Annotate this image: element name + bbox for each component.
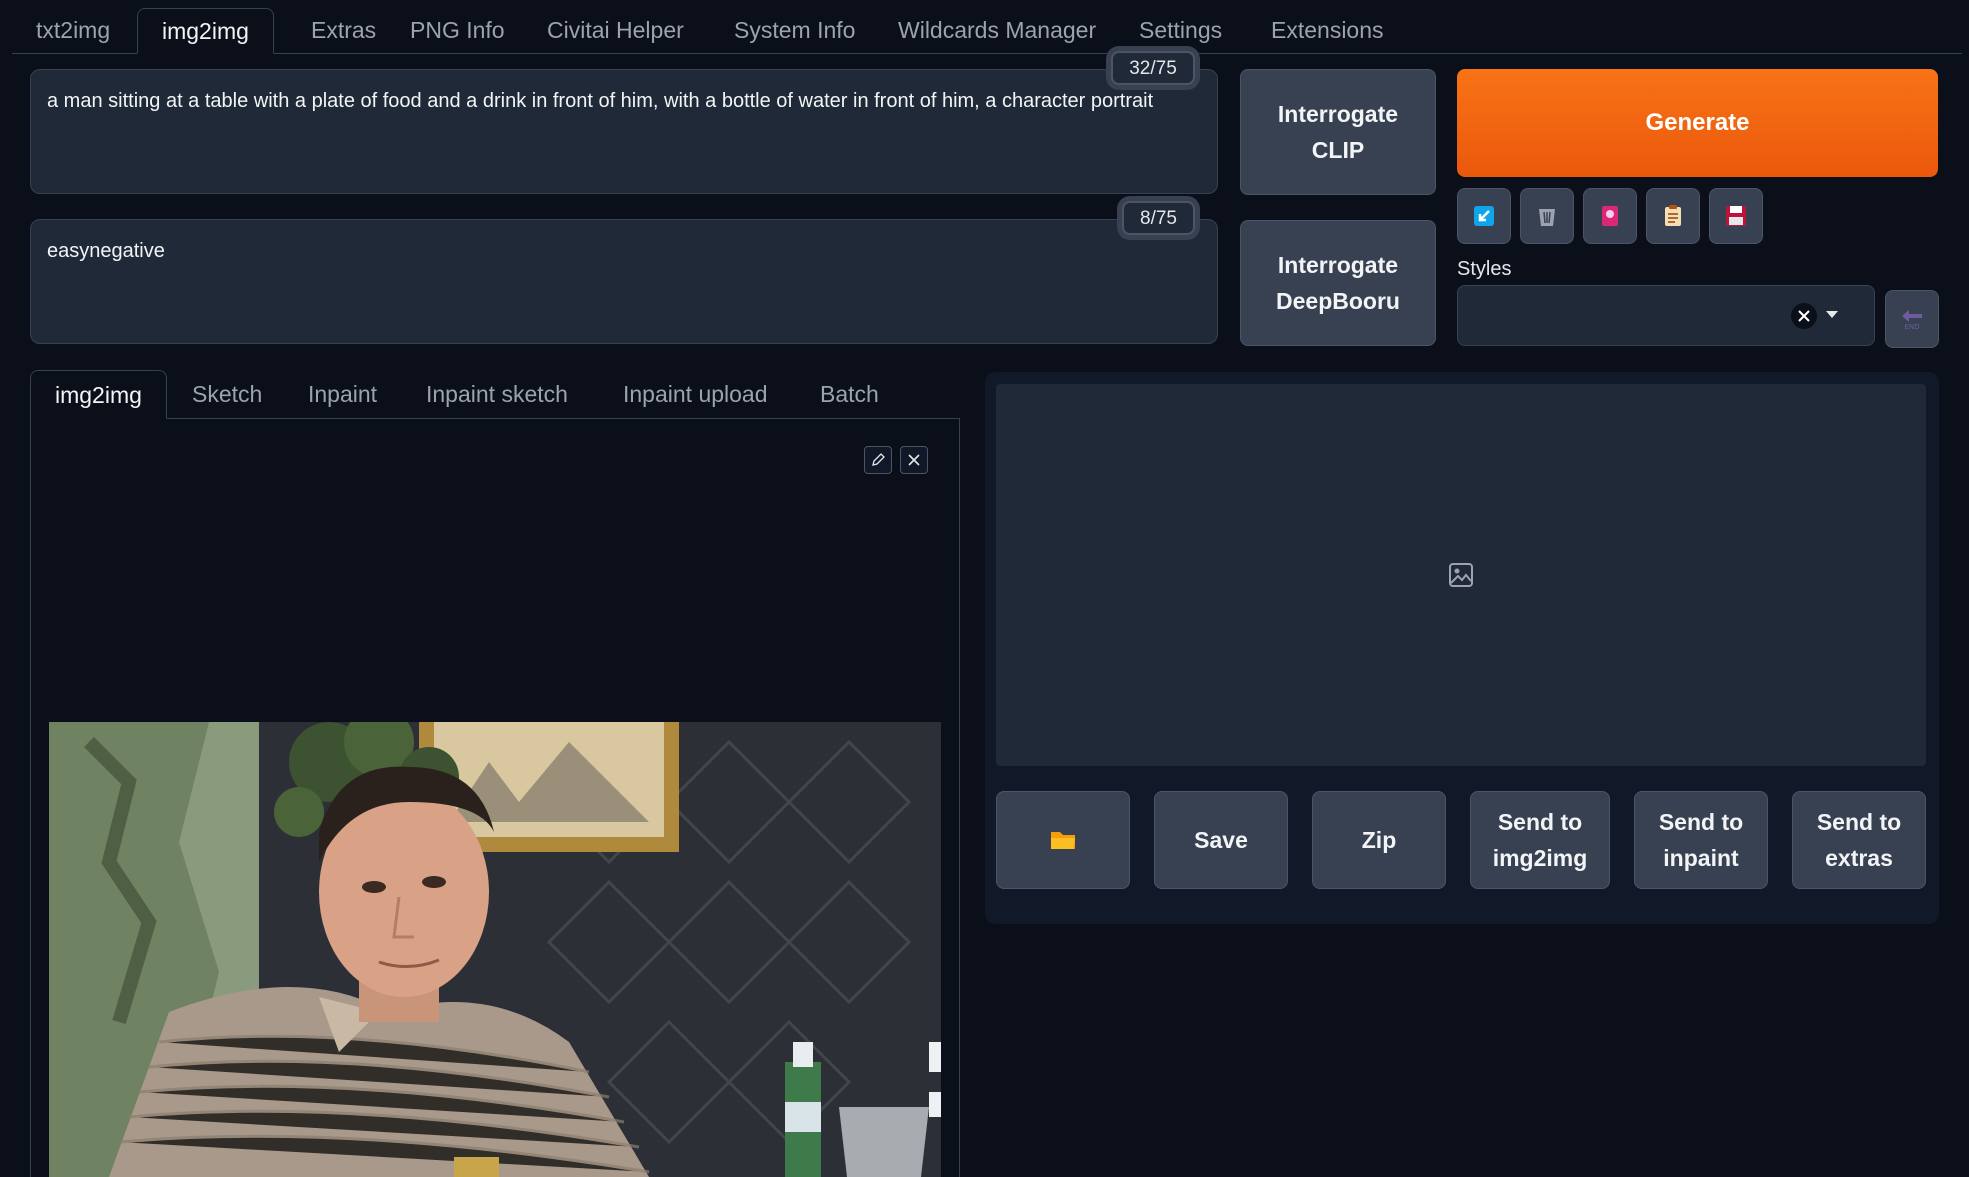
generate-button[interactable]: Generate: [1457, 69, 1938, 177]
send-to-inpaint-button[interactable]: Send to inpaint: [1634, 791, 1768, 889]
pencil-icon: [872, 453, 885, 466]
close-icon: [1798, 310, 1810, 322]
prompt-token-counter: 32/75: [1111, 51, 1195, 85]
svg-text:END: END: [1904, 323, 1919, 331]
negative-prompt-textarea[interactable]: easynegative: [30, 219, 1218, 344]
paste-button[interactable]: [1457, 188, 1511, 244]
img2img-mode-tab-bar: img2img Sketch Inpaint Inpaint sketch In…: [30, 370, 960, 419]
subtab-inpaint[interactable]: Inpaint: [284, 370, 401, 418]
tab-wildcards-manager[interactable]: Wildcards Manager: [874, 8, 1120, 53]
tab-civitai-helper[interactable]: Civitai Helper: [523, 8, 708, 53]
save-button[interactable]: Save: [1154, 791, 1288, 889]
chevron-down-icon[interactable]: [1826, 311, 1838, 319]
extra-networks-icon: [1602, 206, 1618, 226]
remove-image-button[interactable]: [900, 446, 928, 474]
input-image[interactable]: [49, 722, 941, 1177]
tab-png-info[interactable]: PNG Info: [386, 8, 529, 53]
apply-styles-button[interactable]: [1646, 188, 1700, 244]
subtab-inpaint-sketch[interactable]: Inpaint sketch: [402, 370, 592, 418]
tab-extras[interactable]: Extras: [287, 8, 400, 53]
interrogate-deepbooru-button[interactable]: Interrogate DeepBooru: [1240, 220, 1436, 346]
close-icon: [908, 454, 920, 466]
subtab-sketch[interactable]: Sketch: [168, 370, 286, 418]
styles-label: Styles: [1457, 258, 1512, 280]
tab-extensions[interactable]: Extensions: [1247, 8, 1408, 53]
negative-prompt-token-counter: 8/75: [1122, 201, 1195, 235]
prompt-textarea[interactable]: a man sitting at a table with a plate of…: [30, 69, 1218, 194]
clear-prompt-button[interactable]: [1520, 188, 1574, 244]
folder-icon: [1051, 832, 1075, 849]
output-gallery: [996, 384, 1926, 766]
send-to-img2img-button[interactable]: Send to img2img: [1470, 791, 1610, 889]
tab-system-info[interactable]: System Info: [710, 8, 879, 53]
main-tab-bar: txt2img img2img Extras PNG Info Civitai …: [12, 8, 1962, 54]
subtab-batch[interactable]: Batch: [796, 370, 903, 418]
subtab-inpaint-upload[interactable]: Inpaint upload: [599, 370, 792, 418]
open-folder-button[interactable]: [996, 791, 1130, 889]
tab-img2img[interactable]: img2img: [137, 8, 274, 54]
image-placeholder-icon: [1449, 563, 1473, 587]
save-style-button[interactable]: [1709, 188, 1763, 244]
zip-button[interactable]: Zip: [1312, 791, 1446, 889]
arrow-left-icon: END: [1902, 310, 1922, 331]
subtab-img2img[interactable]: img2img: [30, 370, 167, 419]
extra-networks-button[interactable]: [1583, 188, 1637, 244]
paste-icon: [1474, 206, 1494, 226]
tab-settings[interactable]: Settings: [1115, 8, 1246, 53]
send-to-extras-button[interactable]: Send to extras: [1792, 791, 1926, 889]
edit-image-button[interactable]: [864, 446, 892, 474]
trash-icon: [1539, 209, 1555, 226]
apply-style-button[interactable]: END: [1885, 290, 1939, 348]
styles-dropdown[interactable]: [1457, 285, 1875, 346]
clipboard-icon: [1665, 205, 1681, 226]
clear-styles-button[interactable]: [1791, 303, 1817, 329]
interrogate-clip-button[interactable]: Interrogate CLIP: [1240, 69, 1436, 195]
save-style-icon: [1726, 206, 1746, 226]
tab-txt2img[interactable]: txt2img: [12, 8, 134, 53]
